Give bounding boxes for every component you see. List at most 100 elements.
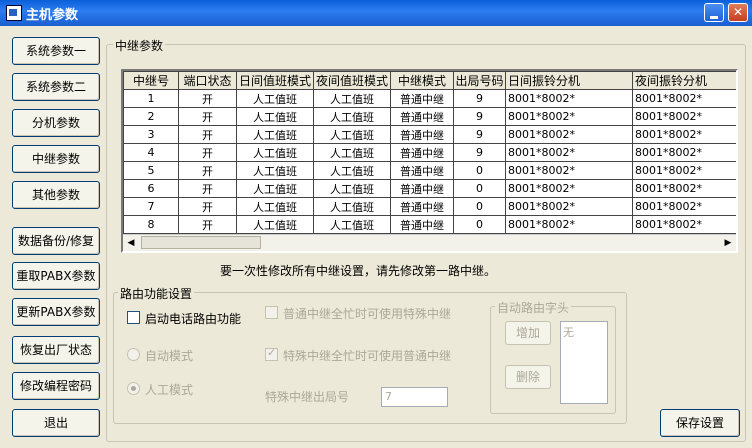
table-cell[interactable]: 开 <box>178 179 237 198</box>
table-cell[interactable]: 5 <box>123 161 179 180</box>
add-prefix-button[interactable]: 增加 <box>505 321 551 345</box>
table-cell[interactable]: 人工值班 <box>236 143 314 162</box>
table-cell[interactable]: 8001*8002* <box>632 125 736 144</box>
table-cell[interactable]: 8001*8002* <box>632 107 736 126</box>
table-cell[interactable]: 6 <box>123 179 179 198</box>
table-cell[interactable]: 3 <box>123 125 179 144</box>
table-cell[interactable]: 普通中继 <box>390 215 454 234</box>
table-cell[interactable]: 8001*8002* <box>505 125 633 144</box>
table-row[interactable]: 2 开人工值班 人工值班 普通中继 9 8001*8002* 8001*8002* <box>123 107 736 126</box>
col-header-trunk-mode[interactable]: 中继模式 <box>390 71 454 90</box>
special-busy-use-normal-checkbox[interactable] <box>265 346 278 361</box>
delete-prefix-button[interactable]: 删除 <box>505 365 551 389</box>
table-cell[interactable]: 0 <box>453 161 506 180</box>
table-cell[interactable]: 8001*8002* <box>505 107 633 126</box>
table-cell[interactable]: 8001*8002* <box>505 143 633 162</box>
minimize-button[interactable] <box>704 3 724 22</box>
scroll-right-icon[interactable]: ▶ <box>720 235 736 251</box>
table-cell[interactable]: 8001*8002* <box>632 197 736 216</box>
col-header-day-ring[interactable]: 日间振铃分机 <box>505 71 633 90</box>
table-cell[interactable]: 7 <box>123 197 179 216</box>
system-params-1-button[interactable]: 系统参数一 <box>12 37 100 65</box>
table-cell[interactable]: 人工值班 <box>313 143 391 162</box>
change-password-button[interactable]: 修改编程密码 <box>12 372 100 400</box>
factory-reset-button[interactable]: 恢复出厂状态 <box>12 336 100 364</box>
col-header-trunk-no[interactable]: 中继号 <box>123 71 179 90</box>
manual-mode-radio[interactable] <box>127 382 140 395</box>
table-row[interactable]: 7 开人工值班 人工值班 普通中继 0 8001*8002* 8001*8002* <box>123 197 736 216</box>
table-cell[interactable]: 开 <box>178 89 237 108</box>
normal-busy-use-special-checkbox[interactable] <box>265 306 278 319</box>
reload-pabx-button[interactable]: 重取PABX参数 <box>12 262 100 290</box>
table-cell[interactable]: 人工值班 <box>313 107 391 126</box>
table-cell[interactable]: 9 <box>453 89 506 108</box>
scrollbar-thumb[interactable] <box>141 236 261 249</box>
table-cell[interactable]: 人工值班 <box>313 125 391 144</box>
col-header-outgoing-code[interactable]: 出局号码 <box>453 71 506 90</box>
trunk-table[interactable]: 中继号 端口状态 日间值班模式 夜间值班模式 中继模式 出局号码 日间振铃分机 … <box>121 69 738 253</box>
save-settings-button[interactable]: 保存设置 <box>660 409 740 437</box>
table-cell[interactable]: 开 <box>178 125 237 144</box>
table-cell[interactable]: 8001*8002* <box>505 197 633 216</box>
table-cell[interactable]: 8001*8002* <box>632 179 736 198</box>
prefix-listbox[interactable]: 无 <box>560 321 608 404</box>
auto-mode-radio[interactable] <box>127 348 140 361</box>
table-cell[interactable]: 8001*8002* <box>505 215 633 234</box>
table-cell[interactable]: 0 <box>453 215 506 234</box>
table-cell[interactable]: 普通中继 <box>390 125 454 144</box>
table-cell[interactable]: 普通中继 <box>390 179 454 198</box>
table-cell[interactable]: 8001*8002* <box>632 215 736 234</box>
scroll-left-icon[interactable]: ◀ <box>123 235 139 251</box>
table-cell[interactable]: 人工值班 <box>236 161 314 180</box>
table-cell[interactable]: 0 <box>453 179 506 198</box>
col-header-night-mode[interactable]: 夜间值班模式 <box>313 71 391 90</box>
other-params-button[interactable]: 其他参数 <box>12 181 100 209</box>
table-row[interactable]: 3 开人工值班 人工值班 普通中继 9 8001*8002* 8001*8002* <box>123 125 736 144</box>
table-cell[interactable]: 人工值班 <box>236 179 314 198</box>
table-row[interactable]: 1 开人工值班 人工值班 普通中继 9 8001*8002* 8001*8002* <box>123 89 736 108</box>
system-params-2-button[interactable]: 系统参数二 <box>12 73 100 101</box>
table-cell[interactable]: 0 <box>453 197 506 216</box>
table-cell[interactable]: 开 <box>178 197 237 216</box>
table-row[interactable]: 5 开人工值班 人工值班 普通中继 0 8001*8002* 8001*8002* <box>123 161 736 180</box>
table-cell[interactable]: 9 <box>453 125 506 144</box>
table-row[interactable]: 4 开人工值班 人工值班 普通中继 9 8001*8002* 8001*8002* <box>123 143 736 162</box>
col-header-day-mode[interactable]: 日间值班模式 <box>236 71 314 90</box>
table-cell[interactable]: 8001*8002* <box>632 89 736 108</box>
trunk-params-button[interactable]: 中继参数 <box>12 145 100 173</box>
table-cell[interactable]: 开 <box>178 215 237 234</box>
horizontal-scrollbar[interactable]: ◀ ▶ <box>123 234 736 251</box>
table-cell[interactable]: 普通中继 <box>390 197 454 216</box>
close-button[interactable] <box>728 3 748 22</box>
col-header-port-status[interactable]: 端口状态 <box>178 71 237 90</box>
table-cell[interactable]: 2 <box>123 107 179 126</box>
table-cell[interactable]: 8001*8002* <box>505 179 633 198</box>
table-cell[interactable]: 9 <box>453 107 506 126</box>
table-cell[interactable]: 普通中继 <box>390 161 454 180</box>
table-cell[interactable]: 人工值班 <box>313 179 391 198</box>
col-header-night-ring[interactable]: 夜间振铃分机 <box>632 71 736 90</box>
table-cell[interactable]: 人工值班 <box>313 89 391 108</box>
special-trunk-code-input[interactable]: 7 <box>381 387 448 407</box>
table-cell[interactable]: 9 <box>453 143 506 162</box>
table-cell[interactable]: 8001*8002* <box>505 161 633 180</box>
table-cell[interactable]: 人工值班 <box>313 161 391 180</box>
table-cell[interactable]: 人工值班 <box>236 197 314 216</box>
table-cell[interactable]: 人工值班 <box>313 215 391 234</box>
table-cell[interactable]: 人工值班 <box>236 125 314 144</box>
extension-params-button[interactable]: 分机参数 <box>12 109 100 137</box>
update-pabx-button[interactable]: 更新PABX参数 <box>12 298 100 326</box>
table-cell[interactable]: 普通中继 <box>390 107 454 126</box>
table-cell[interactable]: 4 <box>123 143 179 162</box>
exit-button[interactable]: 退出 <box>12 409 100 437</box>
table-cell[interactable]: 8 <box>123 215 179 234</box>
table-row[interactable]: 6 开人工值班 人工值班 普通中继 0 8001*8002* 8001*8002* <box>123 179 736 198</box>
table-cell[interactable]: 人工值班 <box>236 215 314 234</box>
table-cell[interactable]: 开 <box>178 161 237 180</box>
table-cell[interactable]: 8001*8002* <box>632 161 736 180</box>
table-cell[interactable]: 人工值班 <box>236 89 314 108</box>
table-cell[interactable]: 开 <box>178 107 237 126</box>
table-cell[interactable]: 8001*8002* <box>505 89 633 108</box>
table-row[interactable]: 8 开人工值班 人工值班 普通中继 0 8001*8002* 8001*8002* <box>123 215 736 234</box>
table-cell[interactable]: 普通中继 <box>390 143 454 162</box>
